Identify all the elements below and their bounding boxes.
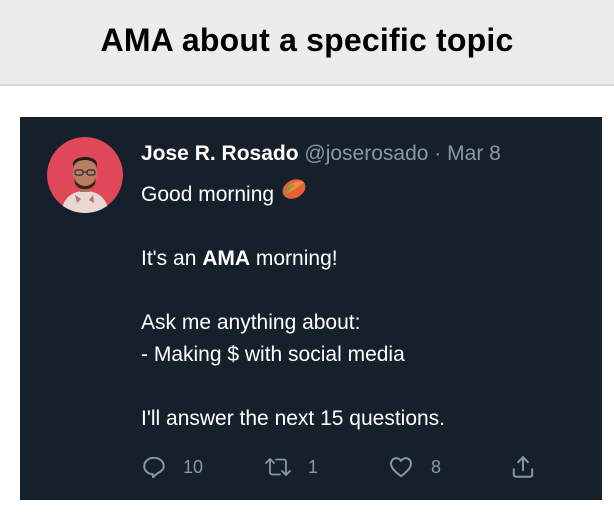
reply-count: 10 [183, 456, 204, 477]
page-title: AMA about a specific topic [100, 21, 514, 58]
ama-text-pre: It's an [141, 247, 203, 270]
ama-text-bold: AMA [202, 247, 251, 270]
tweet-header: Jose R. Rosado @joserosado · Mar 8 [141, 141, 501, 167]
tweet-line-ask: Ask me anything about: [141, 311, 361, 334]
share-icon [510, 454, 536, 480]
like-count: 8 [431, 456, 442, 477]
retweet-count: 1 [308, 456, 319, 477]
greeting-text: Good morning [141, 183, 275, 206]
mango-emoji [280, 176, 308, 210]
reply-button[interactable]: 10 [141, 452, 203, 482]
retweet-button[interactable]: 1 [264, 452, 318, 482]
author-name[interactable]: Jose R. Rosado [141, 142, 299, 165]
like-icon [387, 454, 415, 480]
tweet-line-ama: It's an AMA morning! [141, 243, 581, 275]
tweet-line-topic: - Making $ with social media [141, 343, 405, 366]
header-separator: · [434, 142, 442, 165]
tweet-text: Good morning It's an AMA morning! Ask me… [141, 179, 581, 435]
author-handle[interactable]: @joserosado [304, 142, 428, 165]
tweet-actions: 10 1 8 [141, 452, 561, 482]
tweet-date[interactable]: Mar 8 [447, 142, 501, 165]
tweet-line-greeting: Good morning [141, 179, 581, 211]
like-button[interactable]: 8 [387, 452, 441, 482]
reply-icon [141, 454, 167, 480]
share-button[interactable] [510, 452, 536, 482]
ama-text-post: morning! [250, 247, 338, 270]
page-banner: AMA about a specific topic [0, 0, 614, 86]
avatar[interactable] [47, 137, 123, 213]
retweet-icon [264, 454, 292, 480]
tweet-card[interactable]: Jose R. Rosado @joserosado · Mar 8 Good … [20, 117, 602, 500]
tweet-line-answer: I'll answer the next 15 questions. [141, 407, 446, 430]
